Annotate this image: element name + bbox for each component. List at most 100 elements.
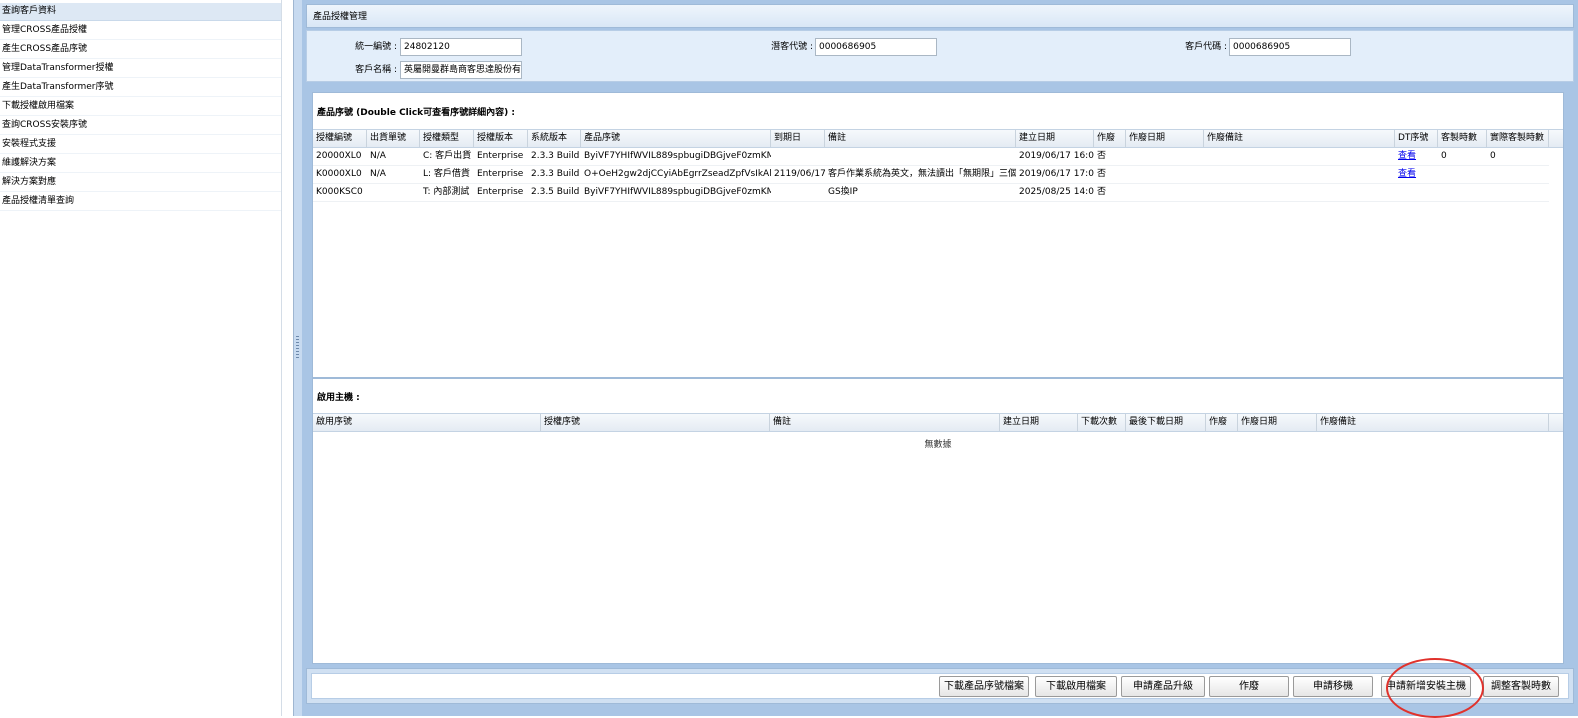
serial-cell: 2019/06/17 16:04 <box>1019 151 1094 161</box>
serial-row[interactable]: K000KSC0 T: 內部測試 Enterprise 2.3.5 Build 0By… <box>313 183 1549 202</box>
host-col-header[interactable]: 作廢日期 <box>1238 414 1317 431</box>
serial-cell: GS換IP <box>828 187 858 197</box>
serial-cell: 0 <box>1441 151 1447 161</box>
serial-cell <box>1438 183 1487 201</box>
serial-grid-title: 產品序號 (Double Click可查看序號詳細內容) : <box>317 108 516 118</box>
customer-form: 統一編號 : 24802120 潛客代號 : 0000686905 客戶代碼 :… <box>306 30 1574 82</box>
nav-list: 查詢客戶資料 管理CROSS產品授權 產生CROSS產品序號 管理DataTransf… <box>0 0 281 211</box>
customer-code-label: 客戶代碼 : <box>1185 42 1227 52</box>
host-grid: 啟用主機 : 啟用序號 授權序號 備註 建立日期 下載次數 最後下載日期 作廢 作廢日期 作廢備… <box>312 378 1564 664</box>
serial-cell: ByiVF7YHIfWVIL889spbugiDBGjveF0zmKMOy <box>584 187 771 197</box>
left-nav: 查詢客戶資料 管理CROSS產品授權 產生CROSS產品序號 管理DataTransf… <box>0 0 281 716</box>
host-col-header[interactable]: 備註 <box>770 414 1000 431</box>
prospect-code-label: 潛客代號 : <box>771 42 813 52</box>
nav-item-10[interactable]: 產品授權清單查詢 <box>0 193 281 211</box>
serial-cell: K000KSC0 <box>316 187 363 197</box>
host-col-header[interactable]: 作廢 <box>1206 414 1238 431</box>
serial-col-header[interactable]: 作廢日期 <box>1126 130 1204 147</box>
tax-id-field[interactable]: 24802120 <box>400 38 522 56</box>
toolbar-button-1[interactable]: 下載啟用檔案 <box>1035 676 1117 697</box>
serial-row[interactable]: K0000XL0 N/A L: 客戶借貨 Enterprise 2.3.3 Build … <box>313 165 1549 184</box>
serial-col-header[interactable]: 授權版本 <box>474 130 528 147</box>
host-grid-header: 啟用序號 授權序號 備註 建立日期 下載次數 最後下載日期 作廢 作廢日期 作廢備註 <box>313 413 1563 432</box>
nav-item-1[interactable]: 管理CROSS產品授權 <box>0 22 281 40</box>
customer-name-label: 客戶名稱 : <box>355 65 397 75</box>
serial-cell <box>1204 147 1395 165</box>
serial-cell: Enterprise <box>477 169 524 179</box>
host-col-header[interactable]: 啟用序號 <box>313 414 541 431</box>
serial-col-header[interactable]: 授權類型 <box>420 130 474 147</box>
serial-col-header[interactable]: 客製時數 <box>1438 130 1487 147</box>
serial-col-header[interactable]: 實際客製時數 <box>1487 130 1549 147</box>
serial-col-header[interactable]: DT序號 <box>1395 130 1438 147</box>
serial-col-header[interactable]: 系統版本 <box>528 130 581 147</box>
serial-cell <box>367 183 420 201</box>
customer-name-field[interactable]: 英屬開曼群島商客思達股份有 <box>400 61 522 79</box>
host-col-header[interactable]: 作廢備註 <box>1317 414 1549 431</box>
serial-cell: N/A <box>370 151 386 161</box>
nav-item-9[interactable]: 解決方案對應 <box>0 174 281 192</box>
serial-grid: 產品序號 (Double Click可查看序號詳細內容) : 授權編號 出貨單號授… <box>312 92 1564 378</box>
serial-cell: O+OeH2gw2djCCyiAbEgrrZseadZpfVsIkAlaqV <box>584 169 771 179</box>
prospect-code-field[interactable]: 0000686905 <box>815 38 937 56</box>
serial-cell: 客戶作業系統為英文，無法讀出「無期限」三個字 <box>828 169 1016 179</box>
serial-cell: C: 客戶出貨 <box>423 151 472 161</box>
main-panel: 產品授權管理 統一編號 : 24802120 潛客代號 : 0000686905… <box>302 0 1578 716</box>
serial-cell: 2.3.3 Build 0 <box>531 151 581 161</box>
nav-item-5[interactable]: 下載授權啟用檔案 <box>0 98 281 116</box>
serial-row[interactable]: 20000XL0 N/A C: 客戶出貨 Enterprise 2.3.3 Build … <box>313 147 1549 166</box>
serial-cell: 否 <box>1097 187 1107 197</box>
serial-cell <box>1395 183 1438 201</box>
toolbar-button-3[interactable]: 作廢 <box>1209 676 1289 697</box>
serial-cell <box>825 147 1016 165</box>
splitter-grip-icon[interactable] <box>296 336 299 360</box>
nav-item-2[interactable]: 產生CROSS產品序號 <box>0 41 281 59</box>
serial-col-header[interactable]: 建立日期 <box>1016 130 1094 147</box>
serial-col-header[interactable]: 備註 <box>825 130 1016 147</box>
serial-cell <box>1204 165 1395 183</box>
serial-cell <box>1126 165 1204 183</box>
nav-item-3[interactable]: 管理DataTransformer授權 <box>0 60 281 78</box>
tax-id-label: 統一編號 : <box>355 42 397 52</box>
serial-col-header[interactable]: 授權編號 <box>313 130 367 147</box>
view-dt-link[interactable]: 查看 <box>1395 147 1438 165</box>
serial-cell: L: 客戶借貨 <box>423 169 470 179</box>
serial-cell: K0000XL0 <box>316 169 362 179</box>
serial-cell: 0 <box>1490 151 1496 161</box>
toolbar-button-6[interactable]: 調整客製時數 <box>1483 676 1559 697</box>
nav-item-8[interactable]: 維護解決方案 <box>0 155 281 173</box>
serial-cell: N/A <box>370 169 386 179</box>
panel-title: 產品授權管理 <box>306 4 1574 28</box>
toolbar-button-2[interactable]: 申請產品升級 <box>1121 676 1205 697</box>
serial-cell: Enterprise <box>477 187 524 197</box>
serial-cell: 2025/08/25 14:08 <box>1019 187 1094 197</box>
empty-message: 無數據 <box>924 440 952 450</box>
serial-col-header[interactable]: 作廢備註 <box>1204 130 1395 147</box>
host-col-header[interactable]: 授權序號 <box>541 414 770 431</box>
serial-cell: 20000XL0 <box>316 151 362 161</box>
host-col-header[interactable]: 下載次數 <box>1078 414 1126 431</box>
serial-col-header[interactable]: 到期日 <box>771 130 825 147</box>
serial-cell <box>1438 165 1487 183</box>
host-col-header[interactable]: 最後下載日期 <box>1126 414 1206 431</box>
host-col-header[interactable]: 建立日期 <box>1000 414 1078 431</box>
serial-grid-header: 授權編號 出貨單號 授權類型 授權版本 系統版本 產品序號 到期日 備註 建立日期 作廢 作廢日期作… <box>313 129 1563 148</box>
nav-item-0[interactable]: 查詢客戶資料 <box>0 3 281 21</box>
serial-cell: 否 <box>1097 151 1107 161</box>
serial-cell <box>1487 165 1549 183</box>
toolbar-button-4[interactable]: 申請移機 <box>1293 676 1373 697</box>
serial-col-header[interactable]: 作廢 <box>1094 130 1126 147</box>
serial-col-header[interactable]: 出貨單號 <box>367 130 420 147</box>
view-dt-link[interactable]: 查看 <box>1395 165 1438 183</box>
nav-item-7[interactable]: 安裝程式支援 <box>0 136 281 154</box>
action-toolbar: 下載產品序號檔案 下載啟用檔案 申請產品升級 作廢 申請移機 申請新增安裝主機 調整客製時數 <box>306 668 1574 704</box>
nav-item-4[interactable]: 產生DataTransformer序號 <box>0 79 281 97</box>
serial-cell: 2119/06/17 <box>774 169 825 179</box>
toolbar-button-0[interactable]: 下載產品序號檔案 <box>939 676 1029 697</box>
toolbar-button-5[interactable]: 申請新增安裝主機 <box>1381 676 1471 697</box>
customer-code-field[interactable]: 0000686905 <box>1229 38 1351 56</box>
host-grid-title: 啟用主機 : <box>317 393 360 403</box>
serial-cell: ByiVF7YHIfWVIL889spbugiDBGjveF0zmKMOy <box>584 151 771 161</box>
serial-col-header[interactable]: 產品序號 <box>581 130 771 147</box>
nav-item-6[interactable]: 查詢CROSS安裝序號 <box>0 117 281 135</box>
